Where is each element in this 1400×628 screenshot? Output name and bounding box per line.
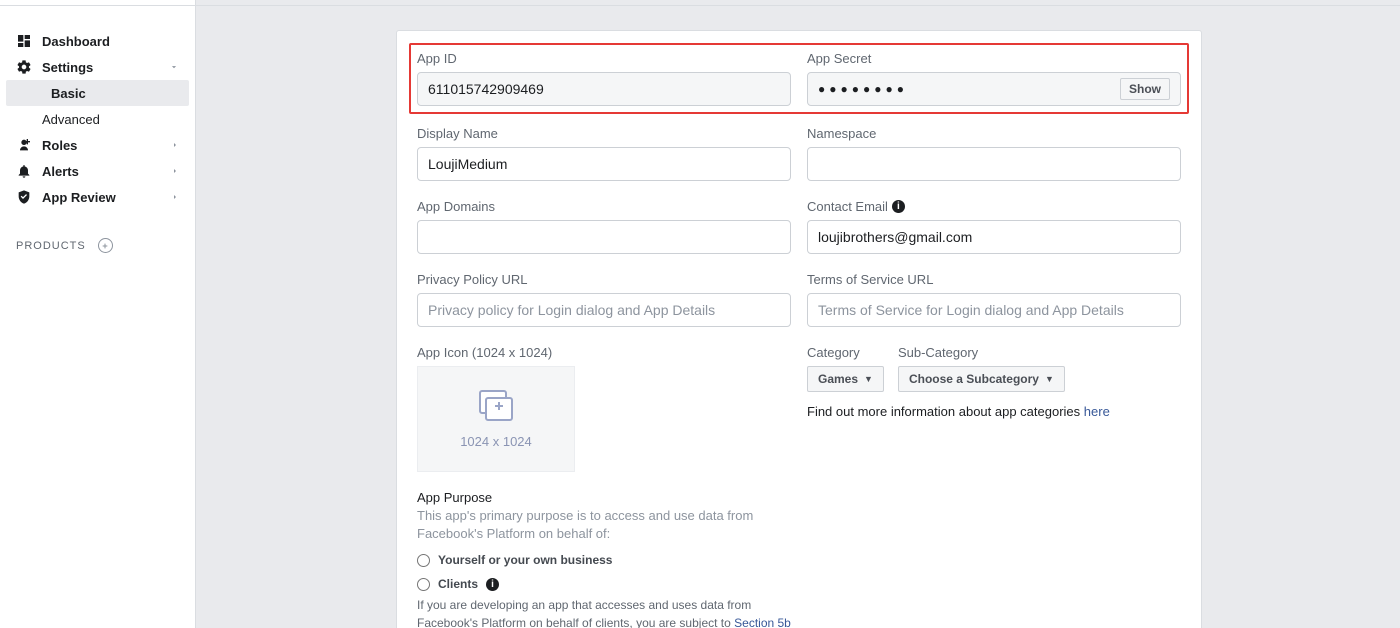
sidebar-section-label: PRODUCTS [16, 240, 86, 252]
sidebar-label: Advanced [42, 112, 100, 127]
roles-icon [16, 137, 32, 153]
sidebar-label: Roles [42, 138, 161, 153]
add-product-button[interactable] [98, 238, 113, 253]
purpose-self-label: Yourself or your own business [438, 553, 612, 567]
category-help-text: Find out more information about app cate… [807, 404, 1181, 419]
chevron-right-icon [171, 190, 179, 205]
platform-terms-note: If you are developing an app that access… [417, 597, 797, 628]
main-content: App ID 611015742909469 App Secret ●●●●●●… [196, 0, 1400, 628]
sidebar-label: Basic [51, 86, 86, 101]
gear-icon [16, 59, 32, 75]
category-select[interactable]: Games ▼ [807, 366, 884, 392]
tos-url-label: Terms of Service URL [807, 272, 1181, 287]
app-icon-size-hint: 1024 x 1024 [460, 434, 532, 449]
category-label: Category [807, 345, 884, 360]
sidebar-section-products: PRODUCTS [0, 222, 195, 261]
subcategory-label: Sub-Category [898, 345, 1065, 360]
purpose-self-radio[interactable] [417, 554, 430, 567]
sidebar-item-basic[interactable]: Basic [6, 80, 189, 106]
sidebar-item-advanced[interactable]: Advanced [0, 106, 195, 132]
app-id-value[interactable]: 611015742909469 [417, 72, 791, 106]
caret-down-icon: ▼ [1045, 374, 1054, 384]
namespace-input[interactable] [807, 147, 1181, 181]
contact-email-input[interactable] [807, 220, 1181, 254]
sidebar-label: Alerts [42, 164, 161, 179]
app-icon-upload[interactable]: 1024 x 1024 [417, 366, 575, 472]
app-domains-input[interactable] [417, 220, 791, 254]
privacy-url-label: Privacy Policy URL [417, 272, 791, 287]
app-id-label: App ID [417, 51, 791, 66]
sidebar-label: Settings [42, 60, 159, 75]
sidebar-label: App Review [42, 190, 161, 205]
sidebar-item-alerts[interactable]: Alerts [0, 158, 195, 184]
app-secret-field: ●●●●●●●● Show [807, 72, 1181, 106]
namespace-label: Namespace [807, 126, 1181, 141]
chevron-right-icon [171, 164, 179, 179]
display-name-input[interactable] [417, 147, 791, 181]
settings-card: App ID 611015742909469 App Secret ●●●●●●… [396, 30, 1202, 628]
app-icon-label: App Icon (1024 x 1024) [417, 345, 791, 360]
privacy-url-input[interactable] [417, 293, 791, 327]
purpose-clients-label: Clients [438, 577, 478, 591]
app-purpose-label: App Purpose [417, 490, 1181, 505]
sidebar-label: Dashboard [42, 34, 179, 49]
app-purpose-desc: This app's primary purpose is to access … [417, 507, 757, 543]
contact-email-label: Contact Email i [807, 199, 1181, 214]
info-icon: i [892, 200, 905, 213]
app-secret-mask: ●●●●●●●● [818, 82, 908, 96]
show-secret-button[interactable]: Show [1120, 78, 1170, 100]
dashboard-icon [16, 33, 32, 49]
sidebar-item-settings[interactable]: Settings [0, 54, 195, 80]
credentials-highlight: App ID 611015742909469 App Secret ●●●●●●… [409, 43, 1189, 114]
app-domains-label: App Domains [417, 199, 791, 214]
caret-down-icon: ▼ [864, 374, 873, 384]
chevron-down-icon [169, 60, 179, 75]
sidebar: Dashboard Settings Basic Advanced Roles [0, 0, 196, 628]
bell-icon [16, 163, 32, 179]
sidebar-item-app-review[interactable]: App Review [0, 184, 195, 210]
chevron-right-icon [171, 138, 179, 153]
image-placeholder-icon [474, 390, 518, 424]
sidebar-item-roles[interactable]: Roles [0, 132, 195, 158]
info-icon: i [486, 578, 499, 591]
tos-url-input[interactable] [807, 293, 1181, 327]
app-secret-label: App Secret [807, 51, 1181, 66]
sidebar-item-dashboard[interactable]: Dashboard [0, 28, 195, 54]
subcategory-select[interactable]: Choose a Subcategory ▼ [898, 366, 1065, 392]
display-name-label: Display Name [417, 126, 791, 141]
shield-icon [16, 189, 32, 205]
purpose-clients-radio[interactable] [417, 578, 430, 591]
category-help-link[interactable]: here [1084, 404, 1110, 419]
